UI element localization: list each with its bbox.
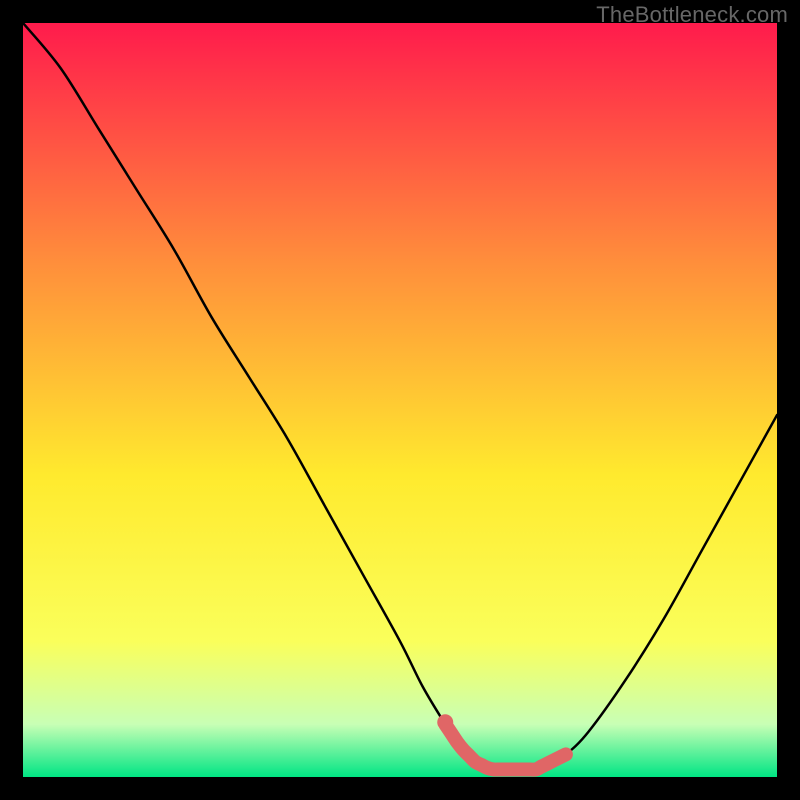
chart-svg — [23, 23, 777, 777]
watermark-text: TheBottleneck.com — [596, 2, 788, 28]
chart-frame: TheBottleneck.com — [0, 0, 800, 800]
gradient-background — [23, 23, 777, 777]
optimal-marker-dot — [437, 714, 453, 730]
plot-area — [23, 23, 777, 777]
